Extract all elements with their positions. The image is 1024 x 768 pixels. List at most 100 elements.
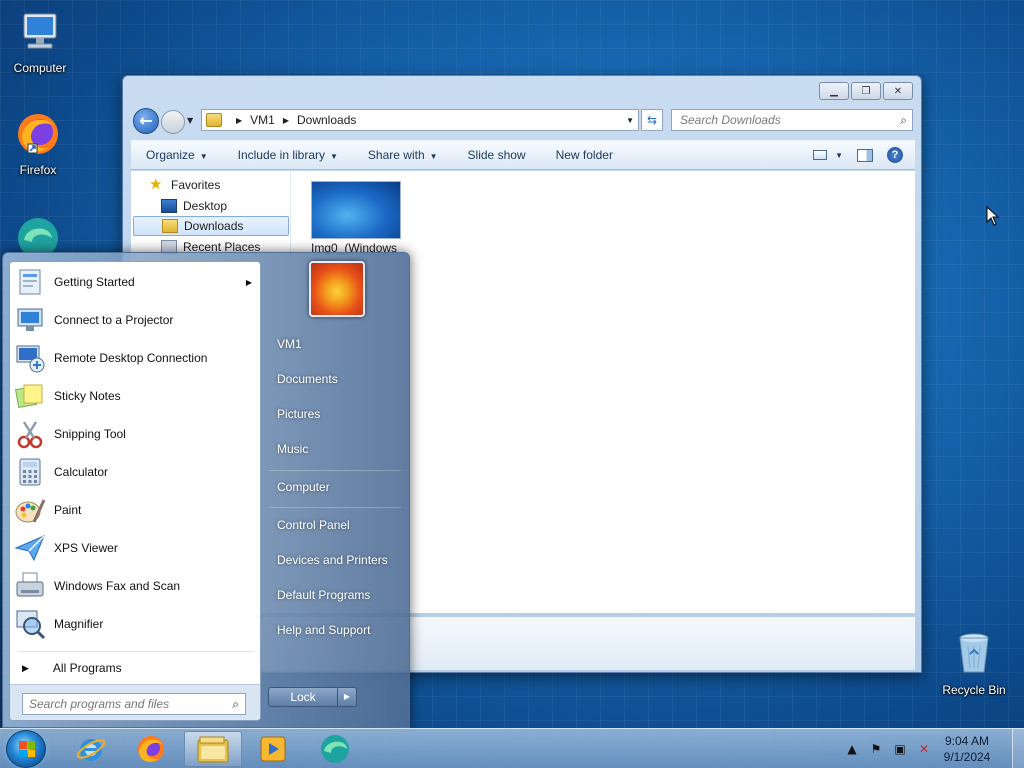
desktop-icon-label: Computer	[13, 61, 67, 75]
start-right-music[interactable]: Music	[277, 442, 308, 456]
start-right-devices-printers[interactable]: Devices and Printers	[277, 553, 388, 567]
mouse-cursor-icon	[986, 206, 1000, 226]
search-icon[interactable]: ⌕	[232, 697, 239, 712]
minimize-button[interactable]: ▁	[819, 82, 849, 100]
refresh-button[interactable]: ⇆	[641, 109, 663, 131]
program-xps-viewer[interactable]: XPS Viewer	[14, 530, 258, 566]
nav-label: Favorites	[171, 178, 221, 192]
all-programs-button[interactable]: ▶ All Programs	[18, 656, 122, 680]
computer-icon	[23, 13, 57, 49]
nav-favorites[interactable]: ★ Favorites	[149, 175, 220, 195]
chevron-down-icon: ▼	[429, 152, 438, 161]
help-icon[interactable]: ?	[887, 147, 903, 163]
program-paint[interactable]: Paint	[14, 492, 258, 528]
volume-muted-icon[interactable]: ✕	[916, 741, 932, 757]
refresh-icon: ⇆	[646, 113, 658, 127]
start-right-help-support[interactable]: Help and Support	[277, 623, 370, 637]
program-magnifier[interactable]: Magnifier	[14, 606, 258, 642]
recycle-bin-icon	[959, 633, 989, 673]
program-calculator[interactable]: Calculator	[14, 454, 258, 490]
taskbar-internet-explorer[interactable]	[62, 731, 120, 767]
nav-downloads[interactable]: Downloads	[133, 216, 289, 236]
view-options-button[interactable]: ▼	[813, 150, 843, 160]
include-label: Include in library	[237, 148, 325, 162]
sticky-notes-icon	[14, 384, 43, 409]
folder-icon	[206, 113, 222, 127]
share-with-button[interactable]: Share with ▼	[353, 148, 453, 162]
program-fax-scan[interactable]: Windows Fax and Scan	[14, 568, 258, 604]
chevron-right-icon[interactable]: ▶	[236, 116, 242, 125]
include-in-library-button[interactable]: Include in library ▼	[223, 148, 353, 162]
breadcrumb-root[interactable]: VM1	[250, 113, 275, 127]
search-placeholder: Search programs and files	[29, 697, 170, 711]
desktop-icon-recycle-bin[interactable]: Recycle Bin	[936, 630, 1012, 697]
back-button[interactable]: ←	[133, 108, 159, 134]
start-right-default-programs[interactable]: Default Programs	[277, 588, 370, 602]
slide-show-button[interactable]: Slide show	[453, 148, 541, 162]
program-snipping-tool[interactable]: Snipping Tool	[14, 416, 258, 452]
program-connect-projector[interactable]: Connect to a Projector	[14, 302, 258, 338]
taskbar-media-center[interactable]	[244, 731, 302, 767]
snipping-tool-icon	[17, 421, 43, 449]
start-right-user[interactable]: VM1	[277, 337, 302, 351]
program-remote-desktop[interactable]: Remote Desktop Connection	[14, 340, 258, 376]
organize-label: Organize	[146, 148, 195, 162]
preview-pane-button[interactable]	[857, 148, 873, 162]
start-right-computer[interactable]: Computer	[277, 480, 330, 494]
program-getting-started[interactable]: Getting Started ▶	[14, 264, 258, 300]
forward-button[interactable]	[161, 110, 185, 134]
new-folder-button[interactable]: New folder	[541, 148, 628, 162]
calculator-icon	[19, 458, 41, 486]
show-hidden-icons-button[interactable]: ▲	[844, 741, 860, 757]
start-right-separator	[269, 470, 401, 471]
close-button[interactable]: ✕	[883, 82, 913, 100]
network-icon[interactable]: ▣	[892, 741, 908, 757]
program-sticky-notes[interactable]: Sticky Notes	[14, 378, 258, 414]
back-arrow-icon: ←	[139, 111, 153, 130]
history-dropdown[interactable]: ▼	[187, 116, 193, 125]
taskbar-firefox[interactable]	[122, 731, 180, 767]
nav-label: Desktop	[183, 199, 228, 213]
start-right-control-panel[interactable]: Control Panel	[277, 518, 350, 532]
organize-button[interactable]: Organize ▼	[131, 148, 223, 162]
chevron-down-icon[interactable]: ▼	[626, 116, 634, 125]
program-label: Paint	[54, 503, 82, 517]
nav-desktop[interactable]: Desktop	[161, 196, 227, 216]
magnifier-icon	[16, 610, 46, 640]
action-center-flag-icon[interactable]: ⚑	[868, 741, 884, 757]
address-bar[interactable]: ▶ VM1 ▶ Downloads ▼	[201, 109, 639, 131]
nav-label: Downloads	[184, 219, 244, 233]
program-label: Getting Started	[54, 275, 135, 289]
desktop-icon-edge-partial[interactable]	[14, 214, 62, 258]
taskbar-file-explorer[interactable]	[184, 731, 242, 767]
breadcrumb-folder[interactable]: Downloads	[297, 113, 356, 127]
file-thumbnail[interactable]	[311, 181, 401, 239]
program-label: Windows Fax and Scan	[54, 579, 181, 593]
lock-button[interactable]: Lock	[268, 687, 338, 707]
minimize-icon: ▁	[830, 85, 838, 97]
user-picture[interactable]	[309, 261, 365, 317]
maximize-button[interactable]: ❐	[851, 82, 881, 100]
clock[interactable]: 9:04 AM 9/1/2024	[936, 733, 998, 765]
star-icon: ★	[149, 176, 163, 193]
start-right-documents[interactable]: Documents	[277, 372, 338, 386]
program-label: Calculator	[54, 465, 109, 479]
start-button[interactable]	[6, 730, 46, 768]
desktop-icon-firefox[interactable]: Firefox	[0, 110, 76, 177]
chevron-down-icon: ▼	[199, 152, 208, 161]
taskbar-edge[interactable]	[306, 731, 364, 767]
start-right-pictures[interactable]: Pictures	[277, 407, 320, 421]
firefox-icon	[138, 736, 164, 762]
search-input[interactable]: Search Downloads ⌕	[671, 109, 913, 131]
internet-explorer-icon	[76, 739, 106, 761]
desktop-icon-computer[interactable]: Computer	[2, 8, 78, 75]
fax-scan-icon	[16, 572, 44, 597]
search-icon[interactable]: ⌕	[900, 113, 907, 128]
chevron-right-icon[interactable]: ▶	[283, 116, 289, 125]
start-search-area: Search programs and files ⌕	[10, 684, 260, 720]
start-menu[interactable]: Getting Started ▶ Connect to a Projector…	[2, 252, 410, 728]
show-desktop-button[interactable]	[1012, 729, 1024, 768]
shutdown-options-button[interactable]: ▶	[337, 687, 357, 707]
start-search-input[interactable]: Search programs and files ⌕	[22, 693, 246, 715]
chevron-down-icon: ▼	[330, 152, 338, 161]
